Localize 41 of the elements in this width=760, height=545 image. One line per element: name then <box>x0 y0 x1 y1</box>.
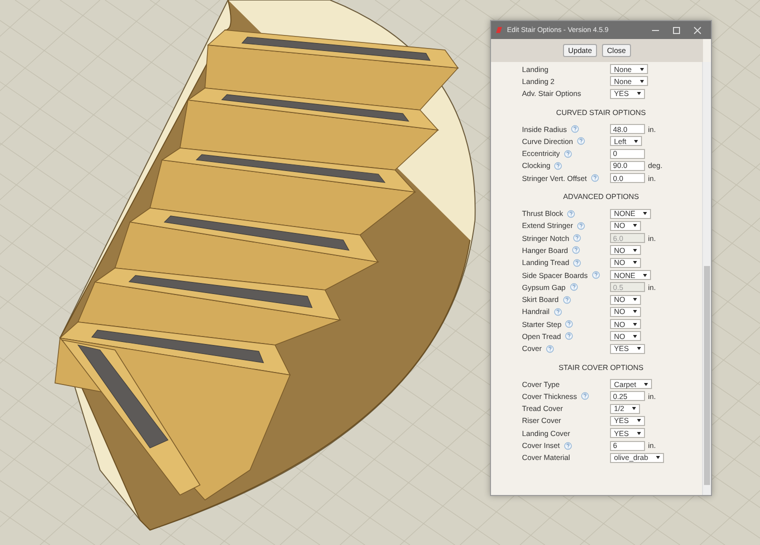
scrollbar-thumb[interactable] <box>704 266 710 485</box>
help-icon[interactable] <box>570 125 579 134</box>
scrollbar[interactable] <box>702 62 711 495</box>
caret-icon <box>656 456 660 460</box>
caret-icon <box>633 248 638 252</box>
caret-icon <box>633 334 638 338</box>
caret-icon <box>640 80 644 83</box>
help-icon[interactable] <box>565 332 574 340</box>
close-icon[interactable] <box>694 26 701 34</box>
help-icon[interactable] <box>576 137 585 146</box>
caret-icon <box>633 224 638 228</box>
help-icon[interactable] <box>562 296 571 304</box>
caret-icon <box>633 310 638 314</box>
caret-icon <box>640 68 644 71</box>
help-icon[interactable] <box>554 162 562 170</box>
caret-icon <box>636 419 641 422</box>
help-icon[interactable] <box>576 222 585 230</box>
help-icon[interactable] <box>573 258 582 267</box>
caret-icon <box>633 298 638 302</box>
maximize-icon[interactable] <box>673 26 680 34</box>
caret-icon <box>633 322 638 326</box>
help-icon[interactable] <box>572 246 580 254</box>
caret-icon <box>632 407 636 410</box>
caret-icon <box>633 261 638 264</box>
caret-icon <box>634 140 638 143</box>
caret-icon <box>636 432 641 435</box>
help-icon[interactable] <box>565 320 574 328</box>
help-icon[interactable] <box>590 174 599 182</box>
app-logo-icon <box>495 26 503 34</box>
caret-icon <box>643 274 648 276</box>
caret-icon <box>643 212 648 216</box>
help-icon[interactable] <box>554 308 562 316</box>
help-icon[interactable] <box>580 392 589 400</box>
caret-icon <box>644 382 648 386</box>
caret-icon <box>636 347 641 350</box>
help-icon[interactable] <box>546 344 554 353</box>
help-icon[interactable] <box>564 150 572 158</box>
help-icon[interactable] <box>567 210 576 218</box>
help-icon[interactable] <box>592 271 600 279</box>
help-icon[interactable] <box>564 442 572 450</box>
caret-icon <box>636 92 641 96</box>
